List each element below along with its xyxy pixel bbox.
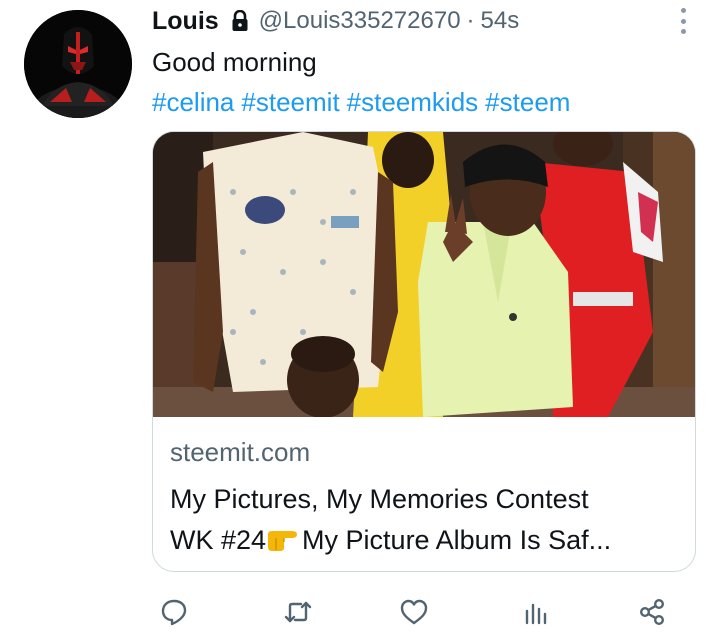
author-name[interactable]: Louis <box>152 7 219 36</box>
hashtag-link-steemkids[interactable]: #steemkids <box>347 87 479 117</box>
tweet-actions <box>152 592 696 632</box>
pointing-right-hand-emoji-icon <box>268 531 298 551</box>
link-preview-card[interactable]: steemit.com My Pictures, My Memories Con… <box>152 131 696 572</box>
card-title-part-2: My Picture Album Is Saf... <box>302 525 612 555</box>
card-title-part-1: WK #24 <box>170 525 267 555</box>
card-domain: steemit.com <box>170 437 311 467</box>
avatar[interactable] <box>24 10 132 118</box>
card-title-line-2: WK #24 My Picture Album Is Saf... <box>170 520 675 561</box>
share-icon[interactable] <box>632 592 672 632</box>
tweet-header: Louis @Louis335272670 · 54s <box>152 4 519 38</box>
retweet-icon[interactable] <box>278 592 318 632</box>
hashtag-link-steemit[interactable]: #steemit <box>241 87 339 117</box>
separator-dot: · <box>466 7 475 34</box>
views-icon[interactable] <box>516 592 556 632</box>
lock-icon <box>231 10 249 32</box>
card-image[interactable] <box>153 132 695 417</box>
card-title-line-1: My Pictures, My Memories Contest <box>170 484 589 514</box>
timestamp[interactable]: 54s <box>481 7 520 35</box>
reply-icon[interactable] <box>154 592 194 632</box>
avatar-image <box>24 10 132 118</box>
hashtag-link-celina[interactable]: #celina <box>152 87 234 117</box>
author-handle[interactable]: @Louis335272670 <box>259 7 461 35</box>
hashtags: #celina #steemit #steemkids #steem <box>152 84 577 120</box>
hashtag-link-steem[interactable]: #steem <box>485 87 570 117</box>
like-icon[interactable] <box>394 592 434 632</box>
card-title: My Pictures, My Memories Contest WK #24 … <box>170 479 675 561</box>
tweet-text: Good morning <box>152 47 317 77</box>
more-options-icon[interactable] <box>678 8 688 34</box>
